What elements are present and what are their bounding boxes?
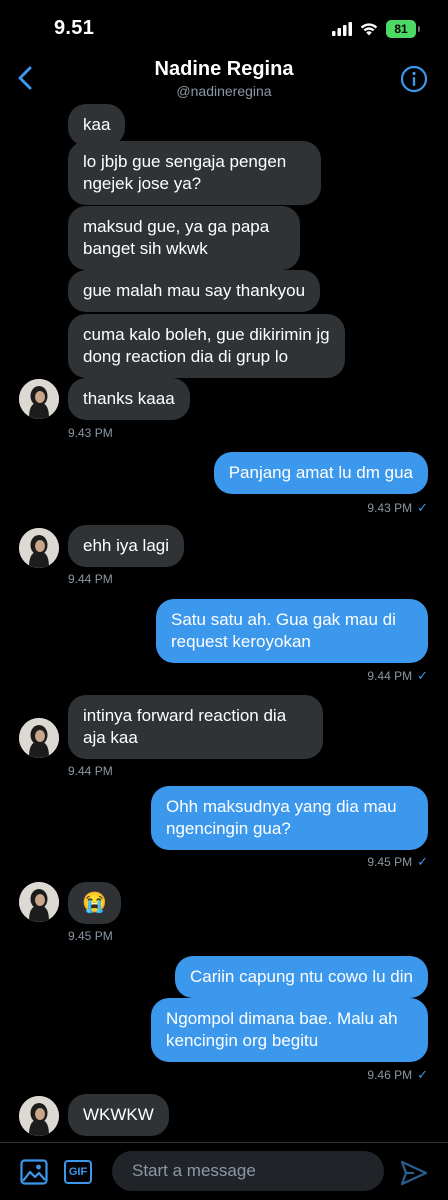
message-outgoing[interactable]: Ohh maksudnya yang dia mau ngencingin gu… bbox=[151, 786, 428, 850]
timestamp-text: 9.43 PM bbox=[367, 501, 413, 515]
status-icons: 81 bbox=[332, 20, 420, 38]
send-button[interactable] bbox=[400, 1160, 428, 1186]
conversation[interactable]: kaa lo jbjb gue sengaja pengen ngejek jo… bbox=[0, 104, 448, 1142]
profile-photo bbox=[19, 379, 59, 419]
message-timestamp: 9.46 PM ✓ bbox=[367, 1067, 428, 1083]
message-incoming[interactable]: WKWKW bbox=[68, 1094, 169, 1136]
message-outgoing[interactable]: Cariin capung ntu cowo lu din bbox=[174, 956, 428, 998]
check-icon: ✓ bbox=[417, 1067, 428, 1082]
message-outgoing[interactable]: Ngompol dimana bae. Malu ah kencingin or… bbox=[151, 998, 428, 1062]
profile-photo bbox=[19, 528, 59, 568]
status-time: 9.51 bbox=[54, 17, 95, 39]
gif-button[interactable]: GIF bbox=[64, 1160, 92, 1184]
message-timestamp: 9.45 PM ✓ bbox=[367, 854, 428, 870]
send-icon bbox=[400, 1160, 428, 1186]
message-incoming[interactable]: 😭 bbox=[68, 882, 121, 924]
message-incoming[interactable]: maksud gue, ya ga papa banget sih wkwk bbox=[68, 206, 300, 270]
message-timestamp: 9.44 PM bbox=[68, 764, 113, 778]
gif-label: GIF bbox=[68, 1166, 88, 1178]
message-outgoing[interactable]: Panjang amat lu dm gua bbox=[213, 452, 428, 494]
header-titles[interactable]: Nadine Regina @nadineregina bbox=[0, 58, 448, 99]
profile-photo bbox=[19, 882, 59, 922]
message-incoming[interactable]: intinya forward reaction dia aja kaa bbox=[68, 695, 323, 759]
timestamp-text: 9.44 PM bbox=[367, 669, 413, 683]
avatar[interactable] bbox=[19, 528, 59, 568]
message-incoming[interactable]: kaa bbox=[68, 104, 126, 146]
status-bar: 9.51 81 bbox=[0, 0, 448, 52]
message-outgoing[interactable]: Satu satu ah. Gua gak mau di request ker… bbox=[156, 599, 428, 663]
check-icon: ✓ bbox=[417, 668, 428, 683]
timestamp-text: 9.46 PM bbox=[367, 1068, 413, 1082]
avatar[interactable] bbox=[19, 718, 59, 758]
message-input[interactable] bbox=[112, 1151, 384, 1191]
timestamp-text: 9.45 PM bbox=[367, 855, 413, 869]
info-button[interactable] bbox=[400, 65, 428, 93]
message-incoming[interactable]: ehh iya lagi bbox=[68, 525, 185, 567]
message-incoming[interactable]: thanks kaaa bbox=[68, 378, 190, 420]
battery-level: 81 bbox=[394, 22, 408, 36]
message-timestamp: 9.45 PM bbox=[68, 929, 113, 943]
message-timestamp: 9.43 PM ✓ bbox=[367, 500, 428, 516]
contact-name: Nadine Regina bbox=[154, 58, 294, 80]
avatar[interactable] bbox=[19, 882, 59, 922]
avatar[interactable] bbox=[19, 1096, 59, 1136]
profile-photo bbox=[19, 1096, 59, 1136]
image-icon bbox=[20, 1159, 48, 1185]
message-incoming[interactable]: cuma kalo boleh, gue dikirimin jg dong r… bbox=[68, 314, 345, 378]
message-timestamp: 9.44 PM ✓ bbox=[367, 668, 428, 684]
check-icon: ✓ bbox=[417, 854, 428, 869]
message-incoming[interactable]: lo jbjb gue sengaja pengen ngejek jose y… bbox=[68, 141, 321, 205]
info-icon bbox=[400, 65, 428, 93]
message-timestamp: 9.43 PM bbox=[68, 426, 113, 440]
conversation-header: Nadine Regina @nadineregina bbox=[0, 52, 448, 104]
avatar[interactable] bbox=[19, 379, 59, 419]
message-incoming[interactable]: gue malah mau say thankyou bbox=[68, 270, 321, 312]
wifi-icon bbox=[360, 23, 378, 36]
message-timestamp: 9.44 PM bbox=[68, 572, 113, 586]
add-photo-button[interactable] bbox=[20, 1159, 48, 1185]
compose-bar: GIF bbox=[0, 1142, 448, 1200]
cellular-signal-icon bbox=[332, 22, 352, 36]
contact-handle: @nadineregina bbox=[176, 83, 272, 99]
profile-photo bbox=[19, 718, 59, 758]
battery-icon: 81 bbox=[386, 20, 420, 38]
check-icon: ✓ bbox=[417, 500, 428, 515]
